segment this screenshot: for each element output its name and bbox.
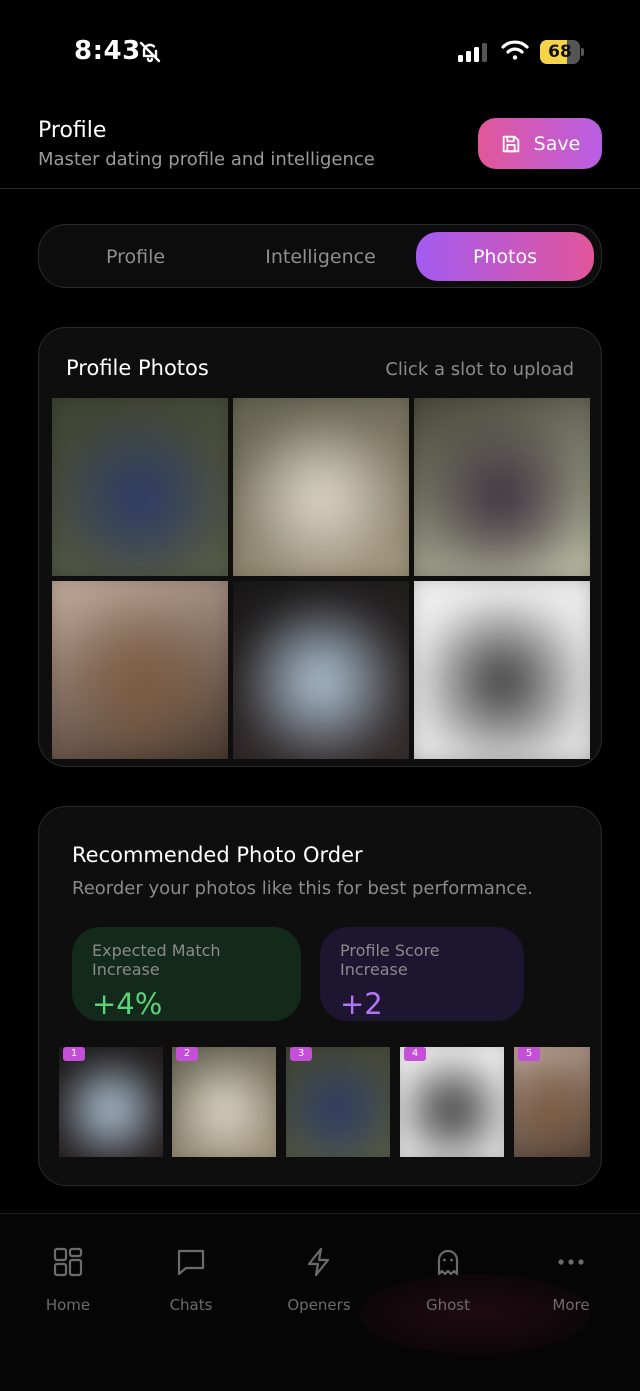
photo-thumbnail bbox=[414, 581, 590, 759]
status-time: 8:43 bbox=[74, 36, 141, 66]
battery-percent: 68 bbox=[548, 42, 572, 62]
bell-muted-icon bbox=[139, 41, 161, 63]
order-badge: 4 bbox=[404, 1047, 426, 1061]
nav-ghost-label: Ghost bbox=[425, 1296, 470, 1314]
save-button-label: Save bbox=[533, 132, 581, 155]
wifi-icon bbox=[501, 40, 529, 60]
photo-slot-6[interactable] bbox=[414, 581, 590, 759]
match-increase-stat: Expected Match Increase +4% bbox=[72, 927, 301, 1021]
photo-slot-2[interactable] bbox=[233, 398, 409, 576]
photo-thumbnail bbox=[514, 1047, 590, 1157]
nav-more[interactable]: More bbox=[521, 1246, 621, 1326]
chat-bubble-icon bbox=[177, 1249, 205, 1276]
score-increase-value: +2 bbox=[340, 987, 383, 1021]
photo-thumbnail bbox=[400, 1047, 504, 1157]
battery-indicator: 68 bbox=[540, 40, 584, 64]
profile-photos-title: Profile Photos bbox=[66, 356, 209, 380]
nav-more-label: More bbox=[552, 1296, 590, 1314]
order-badge: 2 bbox=[176, 1047, 198, 1061]
ordered-photo-4: 4 bbox=[400, 1047, 504, 1157]
recommended-order-card: Recommended Photo Order Reorder your pho… bbox=[38, 806, 602, 1186]
photo-slot-4[interactable] bbox=[52, 581, 228, 759]
recommended-order-strip: 1 2 3 4 5 bbox=[52, 1047, 590, 1157]
photo-thumbnail bbox=[52, 398, 228, 576]
score-increase-stat: Profile Score Increase +2 bbox=[320, 927, 524, 1021]
grid-icon bbox=[53, 1247, 83, 1277]
profile-photos-card: Profile Photos Click a slot to upload bbox=[38, 327, 602, 767]
nav-openers-label: Openers bbox=[287, 1296, 351, 1314]
bottom-nav: Home Chats Openers Ghost More bbox=[0, 1213, 640, 1391]
match-increase-value: +4% bbox=[92, 987, 163, 1021]
recommended-order-title: Recommended Photo Order bbox=[72, 843, 363, 867]
ordered-photo-1: 1 bbox=[59, 1047, 163, 1157]
nav-ghost[interactable]: Ghost bbox=[398, 1246, 498, 1326]
tab-profile[interactable]: Profile bbox=[47, 232, 224, 281]
photo-thumbnail bbox=[59, 1047, 163, 1157]
score-increase-label: Profile Score Increase bbox=[340, 941, 440, 979]
profile-tabs: Profile Intelligence Photos bbox=[38, 224, 602, 288]
order-badge: 1 bbox=[63, 1047, 85, 1061]
ghost-icon bbox=[437, 1249, 459, 1276]
photo-slot-5[interactable] bbox=[233, 581, 409, 759]
save-button[interactable]: Save bbox=[478, 118, 602, 169]
match-increase-label: Expected Match Increase bbox=[92, 941, 221, 979]
nav-home[interactable]: Home bbox=[18, 1246, 118, 1326]
photo-thumbnail bbox=[286, 1047, 390, 1157]
lightning-icon bbox=[307, 1247, 330, 1277]
page-subtitle: Master dating profile and intelligence bbox=[38, 149, 375, 170]
nav-openers[interactable]: Openers bbox=[269, 1246, 369, 1326]
app-screen: 8:43 68 Profile Master dating profile an… bbox=[0, 0, 640, 1391]
photo-thumbnail bbox=[233, 581, 409, 759]
nav-home-label: Home bbox=[45, 1296, 91, 1314]
order-badge: 3 bbox=[290, 1047, 312, 1061]
nav-chats[interactable]: Chats bbox=[141, 1246, 241, 1326]
photo-thumbnail bbox=[172, 1047, 276, 1157]
more-dots-icon bbox=[558, 1259, 584, 1265]
upload-hint: Click a slot to upload bbox=[385, 359, 574, 380]
nav-chats-label: Chats bbox=[169, 1296, 213, 1314]
ordered-photo-2: 2 bbox=[172, 1047, 276, 1157]
page-title: Profile bbox=[38, 118, 107, 143]
signal-icon bbox=[458, 43, 487, 62]
ordered-photo-5: 5 bbox=[514, 1047, 590, 1157]
photo-thumbnail bbox=[52, 581, 228, 759]
tab-intelligence[interactable]: Intelligence bbox=[232, 232, 409, 281]
save-disk-icon bbox=[502, 135, 519, 152]
status-bar: 8:43 68 bbox=[0, 0, 640, 100]
recommended-order-subtitle: Reorder your photos like this for best p… bbox=[72, 878, 533, 899]
photo-thumbnail bbox=[414, 398, 590, 576]
order-badge: 5 bbox=[518, 1047, 540, 1061]
page-header: Profile Master dating profile and intell… bbox=[0, 100, 640, 189]
tab-photos[interactable]: Photos bbox=[416, 232, 594, 281]
photo-slot-3[interactable] bbox=[414, 398, 590, 576]
ordered-photo-3: 3 bbox=[286, 1047, 390, 1157]
photo-slot-1[interactable] bbox=[52, 398, 228, 576]
photo-grid bbox=[52, 398, 590, 766]
photo-thumbnail bbox=[233, 398, 409, 576]
